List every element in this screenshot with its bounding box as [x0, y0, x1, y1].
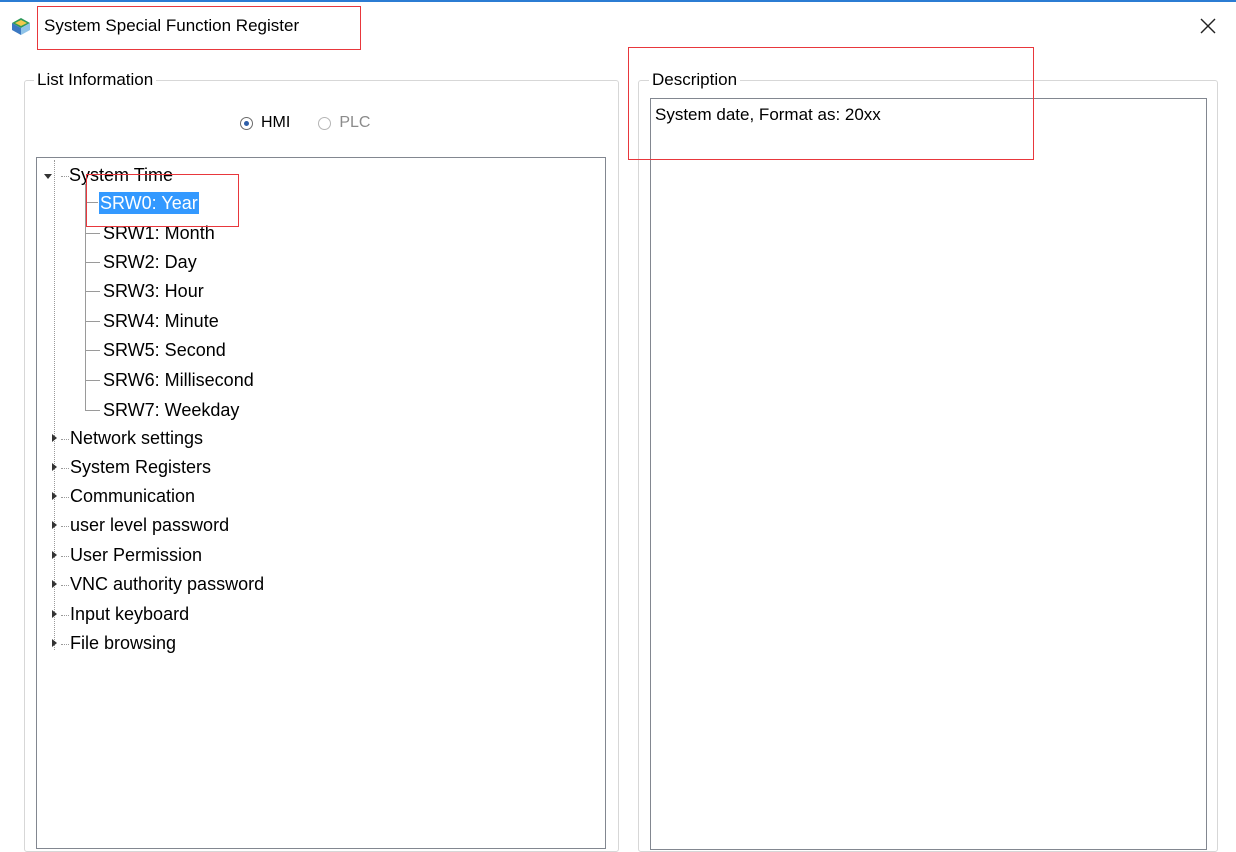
radio-plc-dot[interactable]	[318, 116, 332, 130]
expand-system-registers-icon[interactable]	[52, 463, 57, 471]
tree-child-connector	[85, 262, 100, 263]
tree-connector	[61, 176, 69, 177]
radio-hmi-dot[interactable]	[240, 116, 253, 130]
tree-connector	[61, 615, 69, 616]
window-title: System Special Function Register	[44, 16, 300, 35]
tree-child-srw3[interactable]: SRW3: Hour	[103, 280, 204, 302]
expand-file-browsing-icon[interactable]	[52, 639, 57, 647]
expand-vnc-authority-password-icon[interactable]	[52, 580, 57, 588]
expand-input-keyboard-icon[interactable]	[52, 610, 57, 618]
expand-user-level-password-icon[interactable]	[52, 521, 57, 529]
tree-child-connector	[85, 233, 100, 234]
expand-communication-icon[interactable]	[52, 492, 57, 500]
source-radio-group: HMI PLC	[240, 114, 398, 132]
list-information-legend: List Information	[34, 70, 157, 90]
tree-child-connector	[85, 291, 100, 292]
tree-connector	[61, 468, 69, 469]
tree-node-network-settings[interactable]: Network settings	[70, 427, 203, 449]
description-legend: Description	[649, 70, 741, 90]
tree-node-user-permission[interactable]: User Permission	[70, 544, 202, 566]
radio-hmi-label: HMI	[261, 114, 291, 131]
tree-child-connector	[85, 202, 98, 203]
tree-node-vnc-authority-password[interactable]: VNC authority password	[70, 573, 264, 595]
tree-child-connector	[85, 321, 100, 322]
app-logo-icon	[12, 18, 30, 35]
tree-child-connector	[85, 380, 100, 381]
tree-child-srw6[interactable]: SRW6: Millisecond	[103, 369, 254, 391]
tree-child-srw1[interactable]: SRW1: Month	[103, 222, 215, 244]
tree-node-file-browsing[interactable]: File browsing	[70, 632, 176, 654]
radio-hmi[interactable]: HMI	[240, 114, 290, 132]
tree-root-line	[54, 160, 55, 650]
tree-child-srw4[interactable]: SRW4: Minute	[103, 310, 219, 332]
radio-plc[interactable]: PLC	[318, 114, 370, 132]
window-top-border	[0, 0, 1236, 2]
tree-node-system-registers[interactable]: System Registers	[70, 456, 211, 478]
tree-child-srw5[interactable]: SRW5: Second	[103, 339, 226, 361]
tree-node-user-level-password[interactable]: user level password	[70, 514, 229, 536]
tree-connector	[61, 644, 69, 645]
dialog-window: System Special Function Register List In…	[0, 0, 1236, 852]
expand-system-time-icon[interactable]	[44, 174, 52, 179]
tree-child-srw0[interactable]: SRW0: Year	[99, 192, 199, 214]
tree-child-connector	[85, 410, 100, 411]
tree-child-srw2[interactable]: SRW2: Day	[103, 251, 197, 273]
description-text: System date, Format as: 20xx	[655, 105, 881, 124]
tree-connector	[61, 439, 69, 440]
tree-child-line	[85, 184, 86, 411]
expand-network-settings-icon[interactable]	[52, 434, 57, 442]
tree-connector	[61, 497, 69, 498]
tree-child-connector	[85, 350, 100, 351]
tree-connector	[61, 526, 69, 527]
register-tree[interactable]: System Time SRW0: Year SRW1: Month SRW2:…	[36, 157, 606, 849]
tree-connector	[61, 585, 69, 586]
tree-node-input-keyboard[interactable]: Input keyboard	[70, 603, 189, 625]
close-button[interactable]	[1190, 10, 1226, 42]
tree-child-srw7[interactable]: SRW7: Weekday	[103, 399, 239, 421]
expand-user-permission-icon[interactable]	[52, 551, 57, 559]
description-panel[interactable]: System date, Format as: 20xx	[650, 98, 1207, 850]
tree-node-system-time[interactable]: System Time	[69, 164, 173, 186]
radio-plc-label: PLC	[339, 114, 371, 131]
close-icon	[1200, 18, 1216, 34]
tree-connector	[61, 556, 69, 557]
tree-node-communication[interactable]: Communication	[70, 485, 195, 507]
